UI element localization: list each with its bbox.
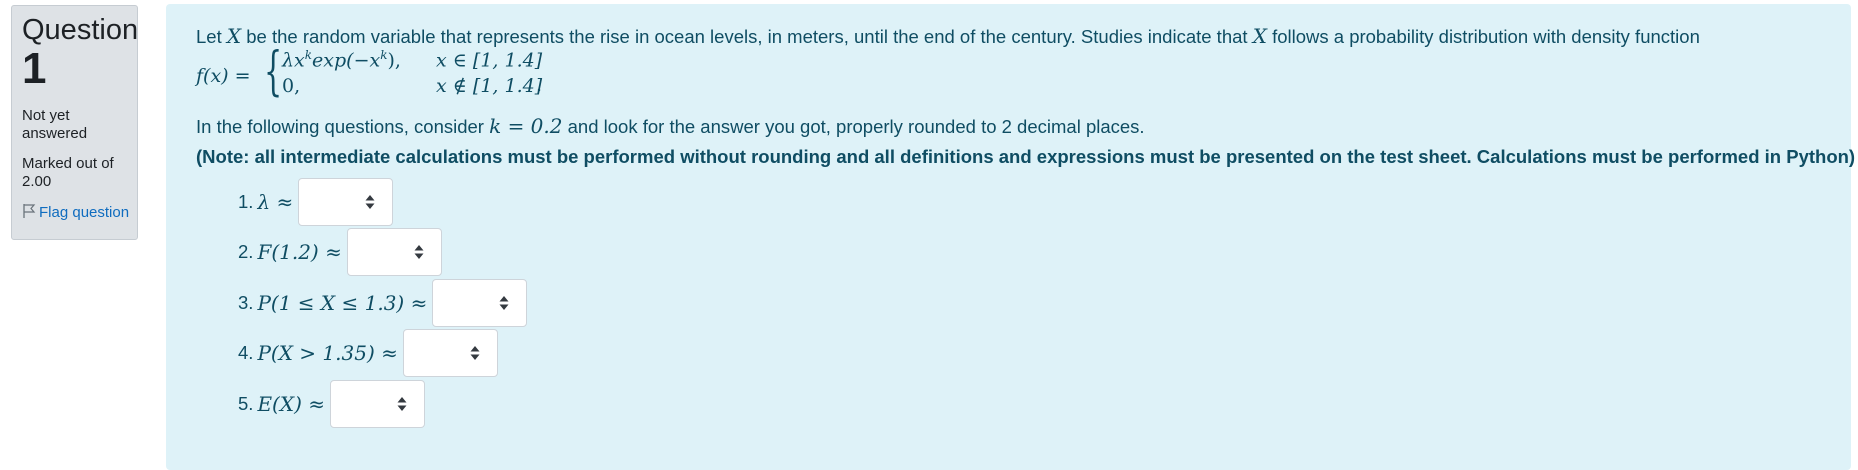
answer-select-2[interactable] <box>346 228 442 276</box>
subquestion-number: 1. <box>238 191 254 212</box>
formula-case-2: 0, x ∉ [1, 1.4] <box>282 75 542 97</box>
subquestion-5: 5. E(X) ≈ <box>238 380 425 428</box>
subquestion-3: 3. P(1 ≤ X ≤ 1.3) ≈ <box>238 279 528 327</box>
flag-question-label: Flag question <box>39 204 130 221</box>
subquestion-4: 4. P(X > 1.35) ≈ <box>238 329 498 377</box>
subquestion-number: 5. <box>238 393 254 414</box>
question-grade: Marked out of 2.00 <box>22 155 114 190</box>
question-note: (Note: all intermediate calculations mus… <box>196 146 1856 167</box>
intro-var-x2: X <box>1252 24 1267 48</box>
formula-brace: { <box>264 42 283 102</box>
subquestion-2: 2. F(1.2) ≈ <box>238 228 442 276</box>
subquestion-expression: P(X > 1.35) ≈ <box>257 341 398 365</box>
select-arrows-icon <box>397 397 407 411</box>
subquestion-number: 4. <box>238 342 254 363</box>
intro-text-1: Let <box>196 26 222 47</box>
flag-question-link[interactable]: Flag question <box>22 203 137 222</box>
formula-lhs: f(x) = <box>196 65 251 87</box>
question-instructions: In the following questions, consider k =… <box>196 114 1145 138</box>
subquestion-expression: λ ≈ <box>257 190 294 214</box>
subquestion-number: 3. <box>238 292 254 313</box>
instructions-k-value: k = 0.2 <box>489 114 563 138</box>
select-arrows-icon <box>470 346 480 360</box>
subquestion-expression: F(1.2) ≈ <box>257 240 342 264</box>
intro-text-2: be the random variable that represents t… <box>246 26 1248 47</box>
case1-expr: λx <box>282 49 305 72</box>
intro-text-3: follows a probability distribution with … <box>1272 26 1700 47</box>
select-arrows-icon <box>499 296 509 310</box>
answer-select-4[interactable] <box>402 329 498 377</box>
case1-rest: exp(−x <box>312 49 381 72</box>
subquestion-expression: P(1 ≤ X ≤ 1.3) ≈ <box>257 291 428 315</box>
flag-icon <box>23 204 36 218</box>
case1-end: ), <box>387 49 401 72</box>
subquestion-number: 2. <box>238 241 254 262</box>
answer-select-5[interactable] <box>330 380 425 428</box>
intro-var-x: X <box>226 24 242 48</box>
question-state: Not yet answered <box>22 107 88 142</box>
answer-select-1[interactable] <box>298 178 394 226</box>
select-arrows-icon <box>414 245 424 259</box>
formula-dot: . <box>536 74 543 96</box>
case1-condition: x ∈ [1, 1.4] <box>436 49 543 72</box>
case1-exp: k <box>304 48 313 62</box>
instructions-text-1: In the following questions, consider <box>196 116 484 137</box>
subquestion-1: 1. λ ≈ <box>238 178 394 226</box>
case1-exp2: k <box>380 48 388 62</box>
question-intro: Let X be the random variable that repres… <box>196 24 1700 48</box>
case2-expr: 0, <box>282 75 301 97</box>
instructions-text-2: and look for the answer you got, properl… <box>567 116 1145 137</box>
subquestion-expression: E(X) ≈ <box>257 392 325 416</box>
case2-condition: x ∉ [1, 1.4] <box>436 75 543 97</box>
question-info-panel: Question 1 Not yet answered Marked out o… <box>11 5 138 240</box>
question-number: 1 <box>22 44 47 93</box>
question-label: Question <box>22 14 139 46</box>
answer-select-3[interactable] <box>432 279 528 327</box>
question-content: Let X be the random variable that repres… <box>166 4 1855 470</box>
formula-case-1: λxkexp(−xk), x ∈ [1, 1.4] <box>282 48 542 71</box>
select-arrows-icon <box>365 195 375 209</box>
